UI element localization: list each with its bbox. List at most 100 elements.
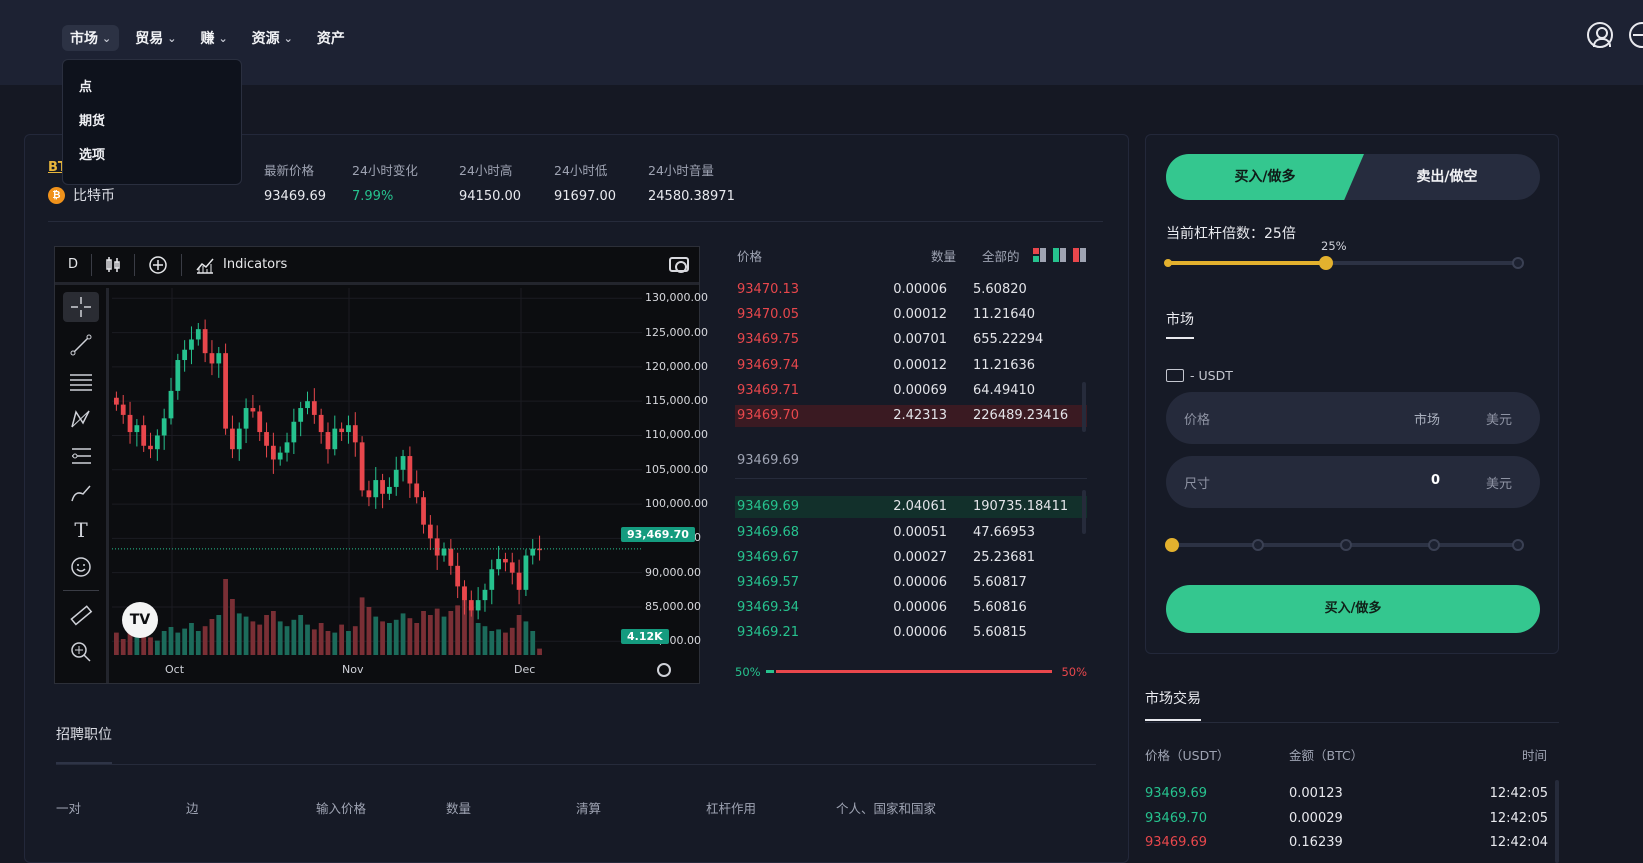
positions-tab[interactable]: 招聘职位 [56, 724, 112, 744]
nav-resources-label: 资源 [251, 31, 280, 47]
camera-icon[interactable] [669, 257, 689, 273]
candle-body [407, 456, 413, 484]
ruler-icon[interactable] [63, 600, 99, 630]
dropdown-item-spot[interactable]: 点 [79, 76, 92, 95]
interval-button[interactable]: D [55, 246, 91, 284]
candle-body [475, 600, 481, 611]
y-tick-label: 90,000.00 [645, 565, 701, 579]
price-field[interactable]: 价格 市场 美元 [1166, 392, 1540, 444]
volume-bar [325, 631, 331, 655]
nav-resources[interactable]: 资源 ⌄ [244, 25, 301, 51]
horizontal-lines-icon[interactable] [63, 367, 99, 397]
indicators-button[interactable]: Indicators [182, 246, 300, 284]
volume-bar [489, 631, 495, 655]
size-slider-mark[interactable] [1512, 539, 1524, 551]
trades-scrollbar[interactable] [1555, 780, 1559, 863]
candlestick-plot[interactable] [112, 288, 642, 655]
size-slider-handle[interactable] [1165, 538, 1179, 552]
ask-row[interactable]: 93469.75 0.00701 655.22294 [735, 329, 1087, 351]
chart-toolbar: D Indicators [55, 247, 699, 285]
bid-qty: 0.00027 [893, 550, 947, 565]
size-field[interactable]: 尺寸 0 美元 [1166, 456, 1540, 508]
orderbook-qty-header: 数量 [931, 249, 957, 264]
bid-price: 93469.68 [737, 525, 800, 540]
bid-row[interactable]: 93469.67 0.00027 25.23681 [735, 547, 1087, 569]
bid-row[interactable]: 93469.69 2.04061 190735.18411 [735, 496, 1087, 518]
sell-short-tab[interactable]: 卖出/做空 [1354, 154, 1540, 200]
size-slider-mark[interactable] [1340, 539, 1352, 551]
ask-row[interactable]: 93469.71 0.00069 64.49410 [735, 380, 1087, 402]
positions-column: 一对 [56, 801, 82, 816]
nav-assets[interactable]: 资产 [309, 25, 353, 51]
ask-row[interactable]: 93469.74 0.00012 11.21636 [735, 355, 1087, 377]
candle-body [462, 586, 467, 601]
brush-icon[interactable] [63, 478, 99, 508]
zoom-icon[interactable] [63, 637, 99, 667]
volume-bar [407, 618, 413, 655]
bid-row[interactable]: 93469.21 0.00006 5.60815 [735, 622, 1087, 644]
volume-bar [359, 597, 365, 655]
emoji-icon[interactable] [63, 552, 99, 582]
size-slider[interactable] [1165, 538, 1524, 552]
ask-row[interactable]: 93469.70 2.42313 226489.23416 [735, 405, 1087, 427]
bid-row[interactable]: 93469.34 0.00006 5.60816 [735, 597, 1087, 619]
nav-earn[interactable]: 赚 ⌄ [192, 25, 235, 51]
candle-body [305, 401, 310, 409]
user-icon[interactable] [1587, 22, 1613, 48]
volume-bar [182, 628, 188, 655]
sell-ratio: 50% [1061, 665, 1087, 679]
ask-row[interactable]: 93470.13 0.00006 5.60820 [735, 279, 1087, 301]
candle-body [182, 349, 188, 361]
orderbook-scrollbar[interactable] [1082, 382, 1086, 432]
volume-bar [503, 632, 508, 655]
ask-qty: 0.00012 [893, 307, 947, 322]
trend-line-icon[interactable] [63, 330, 99, 360]
size-slider-mark[interactable] [1428, 539, 1440, 551]
globe-icon[interactable] [1629, 22, 1643, 48]
price-chart[interactable]: D Indicators T TV 130,000.00 125,000.00 … [54, 246, 708, 684]
volume-bar [482, 626, 488, 655]
orderbook-scrollbar[interactable] [1082, 490, 1086, 534]
candles-icon[interactable] [92, 246, 134, 284]
nav-trade[interactable]: 贸易 ⌄ [127, 25, 184, 51]
side-toggle: 买入/做多 卖出/做空 [1166, 154, 1540, 200]
submit-buy-button[interactable]: 买入/做多 [1166, 585, 1540, 633]
orderbook-total-header: 全部的 [982, 249, 1020, 264]
candle-body [175, 360, 181, 391]
market-trades-title[interactable]: 市场交易 [1145, 688, 1201, 708]
dropdown-item-futures[interactable]: 期货 [79, 110, 105, 129]
bid-row[interactable]: 93469.68 0.00051 47.66953 [735, 522, 1087, 544]
bid-row[interactable]: 93469.57 0.00006 5.60817 [735, 572, 1087, 594]
volume-bar [230, 599, 235, 655]
candle-body [141, 425, 147, 446]
trade-amount: 0.00123 [1289, 786, 1343, 801]
pattern-icon[interactable] [63, 404, 99, 434]
text-icon[interactable]: T [63, 515, 99, 545]
crosshair-icon[interactable] [63, 292, 99, 322]
settings-icon[interactable] [657, 663, 671, 677]
candle-body [400, 456, 406, 470]
indicators-label: Indicators [223, 257, 288, 272]
leverage-slider[interactable] [1164, 256, 1524, 270]
volume-bar [441, 616, 447, 655]
positions-column: 边 [186, 801, 199, 816]
divider [735, 478, 1087, 479]
y-tick-label: 120,000.00 [645, 359, 708, 373]
nav-market[interactable]: 市场 ⌄ [62, 25, 120, 51]
orderbook-view-icons[interactable] [1033, 248, 1087, 262]
candle-body [359, 442, 365, 491]
candle-body [516, 572, 522, 590]
size-slider-mark[interactable] [1252, 539, 1264, 551]
fib-icon[interactable] [63, 441, 99, 471]
add-icon[interactable] [135, 246, 181, 284]
candle-body [284, 442, 290, 453]
order-type-tab[interactable]: 市场 [1166, 309, 1194, 329]
ask-row[interactable]: 93470.05 0.00012 11.21640 [735, 304, 1087, 326]
y-tick-label: 85,000.00 [645, 599, 701, 613]
main-nav: 市场 ⌄ 贸易 ⌄ 赚 ⌄ 资源 ⌄ 资产 [62, 25, 353, 51]
buy-long-tab[interactable]: 买入/做多 [1166, 154, 1364, 200]
dropdown-item-options[interactable]: 选项 [79, 144, 105, 163]
trade-time: 12:42:04 [1489, 835, 1548, 850]
volume-bar [168, 627, 174, 655]
volume-bar [257, 624, 263, 655]
